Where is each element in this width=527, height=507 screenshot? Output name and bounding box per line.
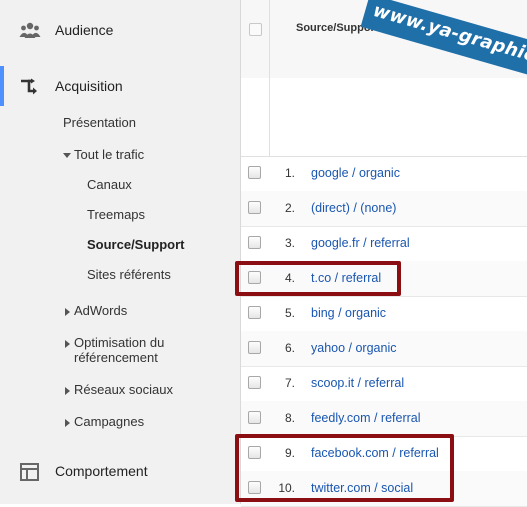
row-checkbox[interactable] [248, 306, 261, 319]
nav-seo-label-line1: Optimisation du [74, 335, 165, 350]
table-row: 8. feedly.com / referral [241, 401, 527, 437]
row-number: 1. [284, 166, 295, 180]
column-divider [269, 0, 270, 156]
row-number: 3. [284, 236, 295, 250]
row-number: 7. [284, 376, 295, 390]
audience-icon [19, 22, 41, 38]
row-checkbox[interactable] [248, 376, 261, 389]
behaviour-icon [20, 463, 39, 481]
nav-social[interactable]: Réseaux sociaux [65, 381, 173, 399]
table-row: 7. scoop.it / referral [241, 366, 527, 402]
table-summary-row [241, 78, 527, 157]
nav-campaigns[interactable]: Campagnes [65, 413, 144, 431]
table-row: 3. google.fr / referral [241, 226, 527, 262]
nav-audience[interactable]: Audience [0, 10, 240, 50]
sidebar: Audience Acquisition Présentation Tout l… [0, 0, 241, 504]
chevron-right-icon [65, 418, 70, 427]
nav-campaigns-label: Campagnes [74, 414, 145, 429]
nav-behaviour-label: Comportement [55, 463, 148, 479]
nav-adwords-label: AdWords [74, 303, 128, 318]
nav-acquisition[interactable]: Acquisition [0, 66, 240, 106]
chevron-right-icon [65, 386, 70, 395]
row-source-link[interactable]: feedly.com / referral [311, 401, 421, 436]
row-checkbox[interactable] [248, 236, 261, 249]
row-number: 8. [284, 411, 295, 425]
chevron-down-icon [63, 153, 71, 159]
row-number: 5. [284, 306, 295, 320]
chevron-right-icon [65, 339, 70, 348]
row-number: 6. [284, 341, 295, 355]
row-source-link[interactable]: google.fr / referral [311, 226, 410, 261]
nav-referral-sites[interactable]: Sites référents [87, 266, 171, 284]
nav-all-traffic-label: Tout le trafic [74, 147, 145, 162]
nav-treemaps[interactable]: Treemaps [87, 206, 145, 224]
nav-acquisition-label: Acquisition [55, 78, 123, 94]
nav-source-support[interactable]: Source/Support [87, 236, 185, 254]
nav-channels[interactable]: Canaux [87, 176, 132, 194]
acquisition-icon [21, 78, 37, 95]
table-row: 6. yahoo / organic [241, 331, 527, 367]
row-source-link[interactable]: google / organic [311, 156, 400, 191]
row-checkbox[interactable] [248, 166, 261, 179]
highlight-box-tco [235, 261, 401, 296]
table-row: 1. google / organic [241, 156, 527, 192]
row-source-link[interactable]: yahoo / organic [311, 331, 396, 366]
row-checkbox[interactable] [248, 341, 261, 354]
table-row: 5. bing / organic [241, 296, 527, 332]
nav-audience-label: Audience [55, 22, 114, 38]
row-checkbox[interactable] [248, 411, 261, 424]
nav-social-label: Réseaux sociaux [74, 382, 173, 397]
row-source-link[interactable]: (direct) / (none) [311, 191, 396, 226]
nav-seo-label-line2: référencement [74, 350, 158, 365]
nav-behaviour[interactable]: Comportement [0, 451, 240, 491]
nav-presentation[interactable]: Présentation [63, 114, 136, 132]
nav-all-traffic[interactable]: Tout le trafic [63, 146, 144, 164]
row-source-link[interactable]: bing / organic [311, 296, 386, 331]
nav-adwords[interactable]: AdWords [65, 302, 127, 320]
highlight-box-social [235, 434, 454, 502]
row-source-link[interactable]: scoop.it / referral [311, 366, 404, 401]
table-row: 2. (direct) / (none) [241, 191, 527, 227]
chevron-right-icon [65, 307, 70, 316]
row-number: 2. [284, 201, 295, 215]
select-all-checkbox[interactable] [249, 23, 262, 36]
row-checkbox[interactable] [248, 201, 261, 214]
